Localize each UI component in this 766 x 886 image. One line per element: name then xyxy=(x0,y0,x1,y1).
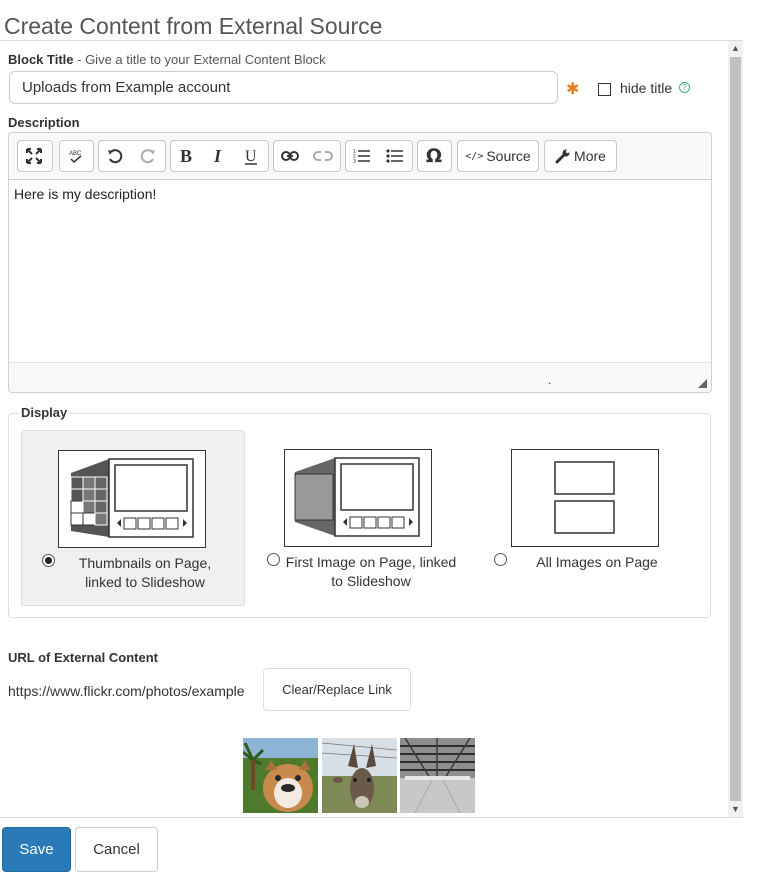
underline-icon: U xyxy=(245,148,257,165)
italic-button[interactable]: I xyxy=(203,141,235,171)
unlink-icon xyxy=(313,151,333,161)
display-all-images-label: All Images on Page xyxy=(536,554,658,570)
save-button[interactable]: Save xyxy=(2,827,71,872)
display-thumbnails-label: Thumbnails on Page, linked to Slideshow xyxy=(78,555,212,590)
page-title: Create Content from External Source xyxy=(4,13,383,40)
toolbar-group-lists: 1 2 3 xyxy=(345,140,413,172)
display-all-images-radio[interactable] xyxy=(494,553,507,566)
bold-icon: B xyxy=(180,147,192,165)
display-legend: Display xyxy=(19,405,70,420)
svg-text:3: 3 xyxy=(353,159,356,164)
italic-icon: I xyxy=(213,147,222,165)
bulleted-list-button[interactable] xyxy=(379,141,411,171)
preview-thumbnail xyxy=(400,738,475,813)
bulleted-list-icon xyxy=(386,149,403,163)
source-button-label: Source xyxy=(486,148,531,164)
numbered-list-icon: 1 2 3 xyxy=(353,149,370,164)
scroll-up-icon[interactable]: ▲ xyxy=(728,41,743,56)
display-option-thumbnails[interactable]: Thumbnails on Page, linked to Slideshow xyxy=(21,430,245,606)
editor-footer: . xyxy=(9,362,711,392)
rich-text-editor: ABC B I U 1 2 3 Ω </> Source More Here i… xyxy=(8,132,712,393)
spellcheck-icon: ABC xyxy=(69,151,82,164)
donkey-photo xyxy=(322,738,397,813)
svg-text:B: B xyxy=(180,147,192,165)
toolbar-group-format: B I U xyxy=(170,140,269,172)
display-thumbnails-radio[interactable] xyxy=(42,554,55,567)
preview-thumbnail xyxy=(243,738,318,813)
scroll-down-icon[interactable]: ▼ xyxy=(728,802,743,817)
hide-title-checkbox[interactable] xyxy=(598,83,611,96)
clear-replace-link-button[interactable]: Clear/Replace Link xyxy=(263,668,411,711)
block-title-input[interactable] xyxy=(9,71,558,104)
source-code-icon: </> xyxy=(465,150,484,162)
all-images-layout-illustration xyxy=(511,449,659,547)
editor-path-indicator: . xyxy=(548,373,552,387)
display-first-image-radio[interactable] xyxy=(267,553,280,566)
editor-toolbar: ABC B I U 1 2 3 Ω </> Source More xyxy=(9,133,711,180)
bulldog-photo xyxy=(243,738,318,813)
underline-button[interactable]: U xyxy=(235,141,267,171)
redo-button[interactable] xyxy=(132,141,164,171)
special-character-button[interactable]: Ω xyxy=(418,141,450,171)
warehouse-photo xyxy=(400,738,475,813)
display-option-all-images[interactable]: All Images on Page xyxy=(475,430,699,606)
description-label: Description xyxy=(8,115,80,130)
source-button[interactable]: </> Source xyxy=(457,140,539,172)
block-title-label: Block Title - Give a title to your Exter… xyxy=(8,52,326,67)
hide-title-label[interactable]: hide title xyxy=(620,80,672,96)
bold-button[interactable]: B xyxy=(171,141,203,171)
required-asterisk-icon: ✱ xyxy=(566,81,580,98)
display-first-image-label: First Image on Page, linked to Slideshow xyxy=(285,554,457,589)
wrench-icon xyxy=(555,149,570,164)
numbered-list-button[interactable]: 1 2 3 xyxy=(346,141,378,171)
preview-thumbnail xyxy=(322,738,397,813)
external-url-label: URL of External Content xyxy=(8,650,158,665)
link-icon xyxy=(281,151,299,161)
toolbar-group-links xyxy=(273,140,341,172)
redo-icon xyxy=(140,149,155,164)
toolbar-group-symbols: Ω xyxy=(417,140,452,172)
first-image-layout-illustration xyxy=(284,449,432,547)
more-button[interactable]: More xyxy=(544,140,617,172)
toolbar-group-view xyxy=(17,140,53,172)
scrollbar-thumb[interactable] xyxy=(730,57,741,801)
more-button-label: More xyxy=(574,148,606,164)
maximize-icon xyxy=(26,148,42,164)
spellcheck-button[interactable]: ABC xyxy=(60,141,92,171)
undo-icon xyxy=(108,149,123,164)
external-url-value: https://www.flickr.com/photos/example xyxy=(8,683,245,699)
link-button[interactable] xyxy=(274,141,306,171)
toolbar-group-spell: ABC xyxy=(59,140,94,172)
toolbar-group-history xyxy=(98,140,166,172)
thumbnails-layout-illustration xyxy=(58,450,206,548)
resize-handle-icon[interactable] xyxy=(698,379,707,388)
help-icon[interactable]: ? xyxy=(679,82,690,93)
omega-icon: Ω xyxy=(425,145,443,167)
cancel-button[interactable]: Cancel xyxy=(75,827,158,872)
footer-divider xyxy=(0,817,743,818)
undo-button[interactable] xyxy=(99,141,131,171)
maximize-button[interactable] xyxy=(18,141,50,171)
svg-text:U: U xyxy=(245,148,257,165)
svg-text:I: I xyxy=(213,147,222,165)
form-scroll-area: Block Title - Give a title to your Exter… xyxy=(0,41,728,817)
editor-content[interactable]: Here is my description! xyxy=(14,186,156,202)
vertical-scrollbar[interactable]: ▲ ▼ xyxy=(728,41,743,817)
display-option-first-image[interactable]: First Image on Page, linked to Slideshow xyxy=(248,430,472,606)
unlink-button[interactable] xyxy=(307,141,339,171)
block-title-hint: - Give a title to your External Content … xyxy=(73,52,326,67)
